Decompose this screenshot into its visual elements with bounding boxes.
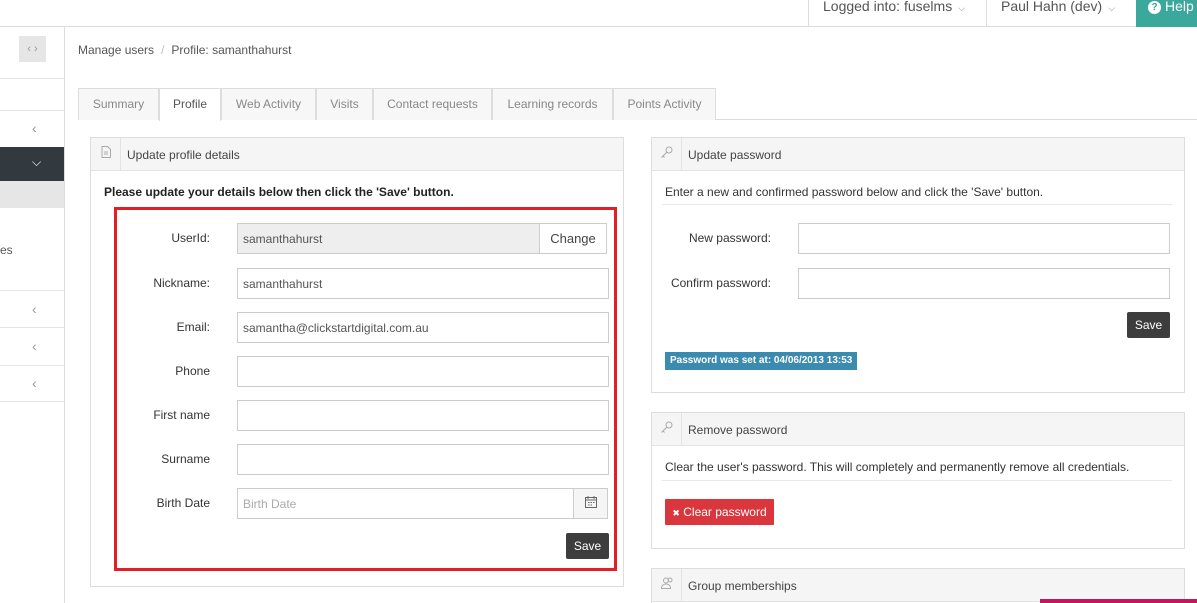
chevron-down-icon: ⌵: [958, 3, 966, 13]
userid-label: UserId:: [171, 231, 210, 245]
divider: [662, 480, 1172, 481]
new-password-field[interactable]: [798, 223, 1170, 254]
email-field[interactable]: [237, 312, 609, 343]
logged-into-dropdown[interactable]: Logged into: fuselms ⌵: [808, 0, 986, 27]
user-menu-dropdown[interactable]: Paul Hahn (dev) ⌵: [986, 0, 1136, 27]
document-icon: [92, 138, 121, 171]
panel-header: Remove password: [652, 413, 1184, 446]
divider: [662, 204, 1172, 205]
panel-header: Update profile details: [91, 138, 623, 171]
sidebar-item-label[interactable]: es: [0, 243, 13, 257]
nickname-field[interactable]: [237, 268, 609, 299]
sidebar-divider: [0, 290, 64, 291]
user-name-label: Paul Hahn (dev): [1001, 0, 1103, 14]
help-button[interactable]: ? Help: [1136, 0, 1197, 27]
group-memberships-panel: Group memberships: [651, 568, 1185, 603]
first-name-label: First name: [153, 408, 210, 422]
save-password-button[interactable]: Save: [1127, 312, 1170, 338]
sidebar-item-3-chevron-left-icon[interactable]: ‹: [32, 338, 37, 354]
breadcrumb-manage-users[interactable]: Manage users: [78, 43, 154, 57]
confirm-password-label: Confirm password:: [670, 276, 771, 290]
sidebar-divider: [0, 78, 64, 79]
top-bar: Logged into: fuselms ⌵ Paul Hahn (dev) ⌵ ?…: [0, 0, 1197, 27]
sidebar: ‹ › ‹ ⌵ es ‹ ‹ ‹: [0, 27, 65, 603]
save-profile-button[interactable]: Save: [566, 533, 609, 559]
breadcrumb-current: Profile: samanthahurst: [171, 43, 292, 57]
sidebar-divider: [0, 110, 64, 111]
first-name-field[interactable]: [237, 400, 609, 431]
key-icon: [653, 413, 682, 446]
panel-header: Group memberships: [652, 569, 1184, 602]
sidebar-divider: [0, 327, 64, 328]
sidebar-item-active[interactable]: ⌵: [0, 147, 64, 181]
panel-title: Update password: [688, 148, 782, 162]
change-userid-button[interactable]: Change: [539, 223, 607, 254]
new-password-label: New password:: [688, 231, 771, 245]
tab-points-activity[interactable]: Points Activity: [613, 88, 716, 120]
panel-title: Remove password: [688, 423, 788, 437]
help-label: Help: [1165, 0, 1194, 14]
nickname-label: Nickname:: [153, 276, 210, 290]
tab-summary[interactable]: Summary: [78, 88, 159, 120]
tab-learning-records[interactable]: Learning records: [492, 88, 613, 120]
sidebar-divider: [0, 401, 64, 402]
calendar-button[interactable]: [573, 488, 608, 519]
phone-label: Phone: [175, 364, 210, 378]
panel-header: Update password: [652, 138, 1184, 171]
tab-visits[interactable]: Visits: [316, 88, 373, 120]
sidebar-divider: [0, 365, 64, 366]
logged-into-label: Logged into: fuselms: [823, 0, 953, 14]
email-label: Email:: [176, 320, 210, 334]
password-set-badge: Password was set at: 04/06/2013 13:53: [665, 352, 858, 370]
chevron-down-icon: ⌵: [1108, 3, 1115, 13]
tab-profile[interactable]: Profile: [159, 88, 221, 121]
key-icon: [653, 138, 682, 171]
profile-instructions: Please update your details below then cl…: [104, 185, 454, 199]
clear-password-label: Clear password: [683, 505, 767, 519]
profile-tabs: Summary Profile Web Activity Visits Cont…: [78, 86, 1197, 121]
bottom-accent-bar: [1040, 599, 1197, 603]
breadcrumb: Manage users / Profile: samanthahurst: [78, 43, 291, 57]
chevron-down-icon: ⌵: [32, 155, 42, 169]
panel-title: Update profile details: [127, 148, 240, 162]
sidebar-collapse-toggle[interactable]: ‹ ›: [19, 36, 46, 62]
clear-password-button[interactable]: ✖ Clear password: [665, 499, 774, 525]
tab-contact-requests[interactable]: Contact requests: [373, 88, 492, 120]
users-icon: [653, 569, 682, 602]
calendar-icon: [584, 496, 597, 508]
confirm-password-field[interactable]: [798, 268, 1170, 299]
phone-field[interactable]: [237, 356, 609, 387]
userid-field[interactable]: [237, 223, 540, 254]
surname-field[interactable]: [237, 444, 609, 475]
panel-title: Group memberships: [688, 579, 797, 593]
help-icon: ?: [1148, 1, 1161, 14]
sidebar-item-1-chevron-left-icon[interactable]: ‹: [32, 120, 37, 136]
surname-label: Surname: [161, 452, 210, 466]
sidebar-subitem-active[interactable]: [0, 181, 64, 208]
close-icon: ✖: [672, 508, 680, 518]
password-instructions: Enter a new and confirmed password below…: [665, 185, 1044, 199]
tab-web-activity[interactable]: Web Activity: [221, 88, 316, 120]
remove-password-description: Clear the user's password. This will com…: [665, 460, 1130, 474]
sidebar-item-2-chevron-left-icon[interactable]: ‹: [32, 301, 37, 317]
birth-date-label: Birth Date: [156, 496, 210, 510]
breadcrumb-separator: /: [161, 43, 165, 57]
birth-date-field[interactable]: [237, 488, 574, 519]
sidebar-item-4-chevron-left-icon[interactable]: ‹: [32, 375, 37, 391]
